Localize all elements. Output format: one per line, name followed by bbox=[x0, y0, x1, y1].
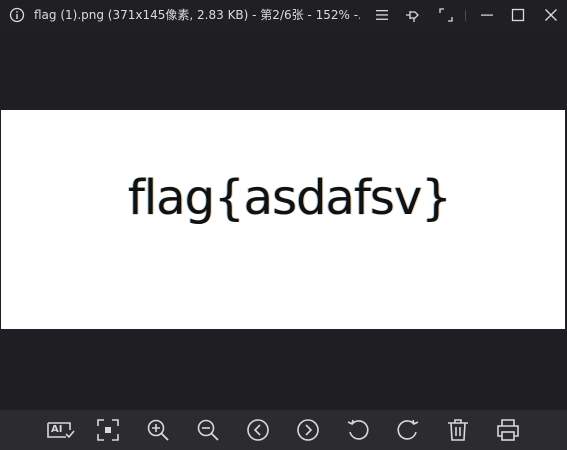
rotate-left-icon[interactable] bbox=[346, 418, 370, 442]
bottom-toolbar: AI bbox=[0, 410, 567, 450]
delete-icon[interactable] bbox=[446, 418, 470, 442]
pin-icon[interactable] bbox=[405, 7, 421, 23]
image-viewport[interactable]: flag{asdafsv} bbox=[0, 30, 567, 410]
ai-ocr-label: AI bbox=[51, 424, 63, 435]
displayed-image: flag{asdafsv} bbox=[1, 110, 565, 329]
close-icon[interactable] bbox=[543, 7, 559, 23]
minimize-icon[interactable] bbox=[479, 7, 495, 23]
info-icon[interactable] bbox=[9, 7, 25, 23]
print-icon[interactable] bbox=[496, 418, 520, 442]
menu-icon[interactable] bbox=[374, 7, 390, 23]
fullscreen-icon[interactable] bbox=[438, 7, 454, 23]
maximize-icon[interactable] bbox=[510, 7, 526, 23]
rotate-right-icon[interactable] bbox=[396, 418, 420, 442]
previous-icon[interactable] bbox=[246, 418, 270, 442]
separator bbox=[465, 10, 466, 21]
image-text: flag{asdafsv} bbox=[128, 170, 452, 226]
window-title: flag (1).png (371x145像素, 2.83 KB) - 第2/6… bbox=[34, 8, 360, 22]
zoom-in-icon[interactable] bbox=[146, 418, 170, 442]
zoom-out-icon[interactable] bbox=[196, 418, 220, 442]
fit-to-window-icon[interactable] bbox=[96, 418, 120, 442]
ai-ocr-button[interactable]: AI bbox=[46, 418, 76, 442]
next-icon[interactable] bbox=[296, 418, 320, 442]
title-bar: flag (1).png (371x145像素, 2.83 KB) - 第2/6… bbox=[0, 0, 567, 30]
